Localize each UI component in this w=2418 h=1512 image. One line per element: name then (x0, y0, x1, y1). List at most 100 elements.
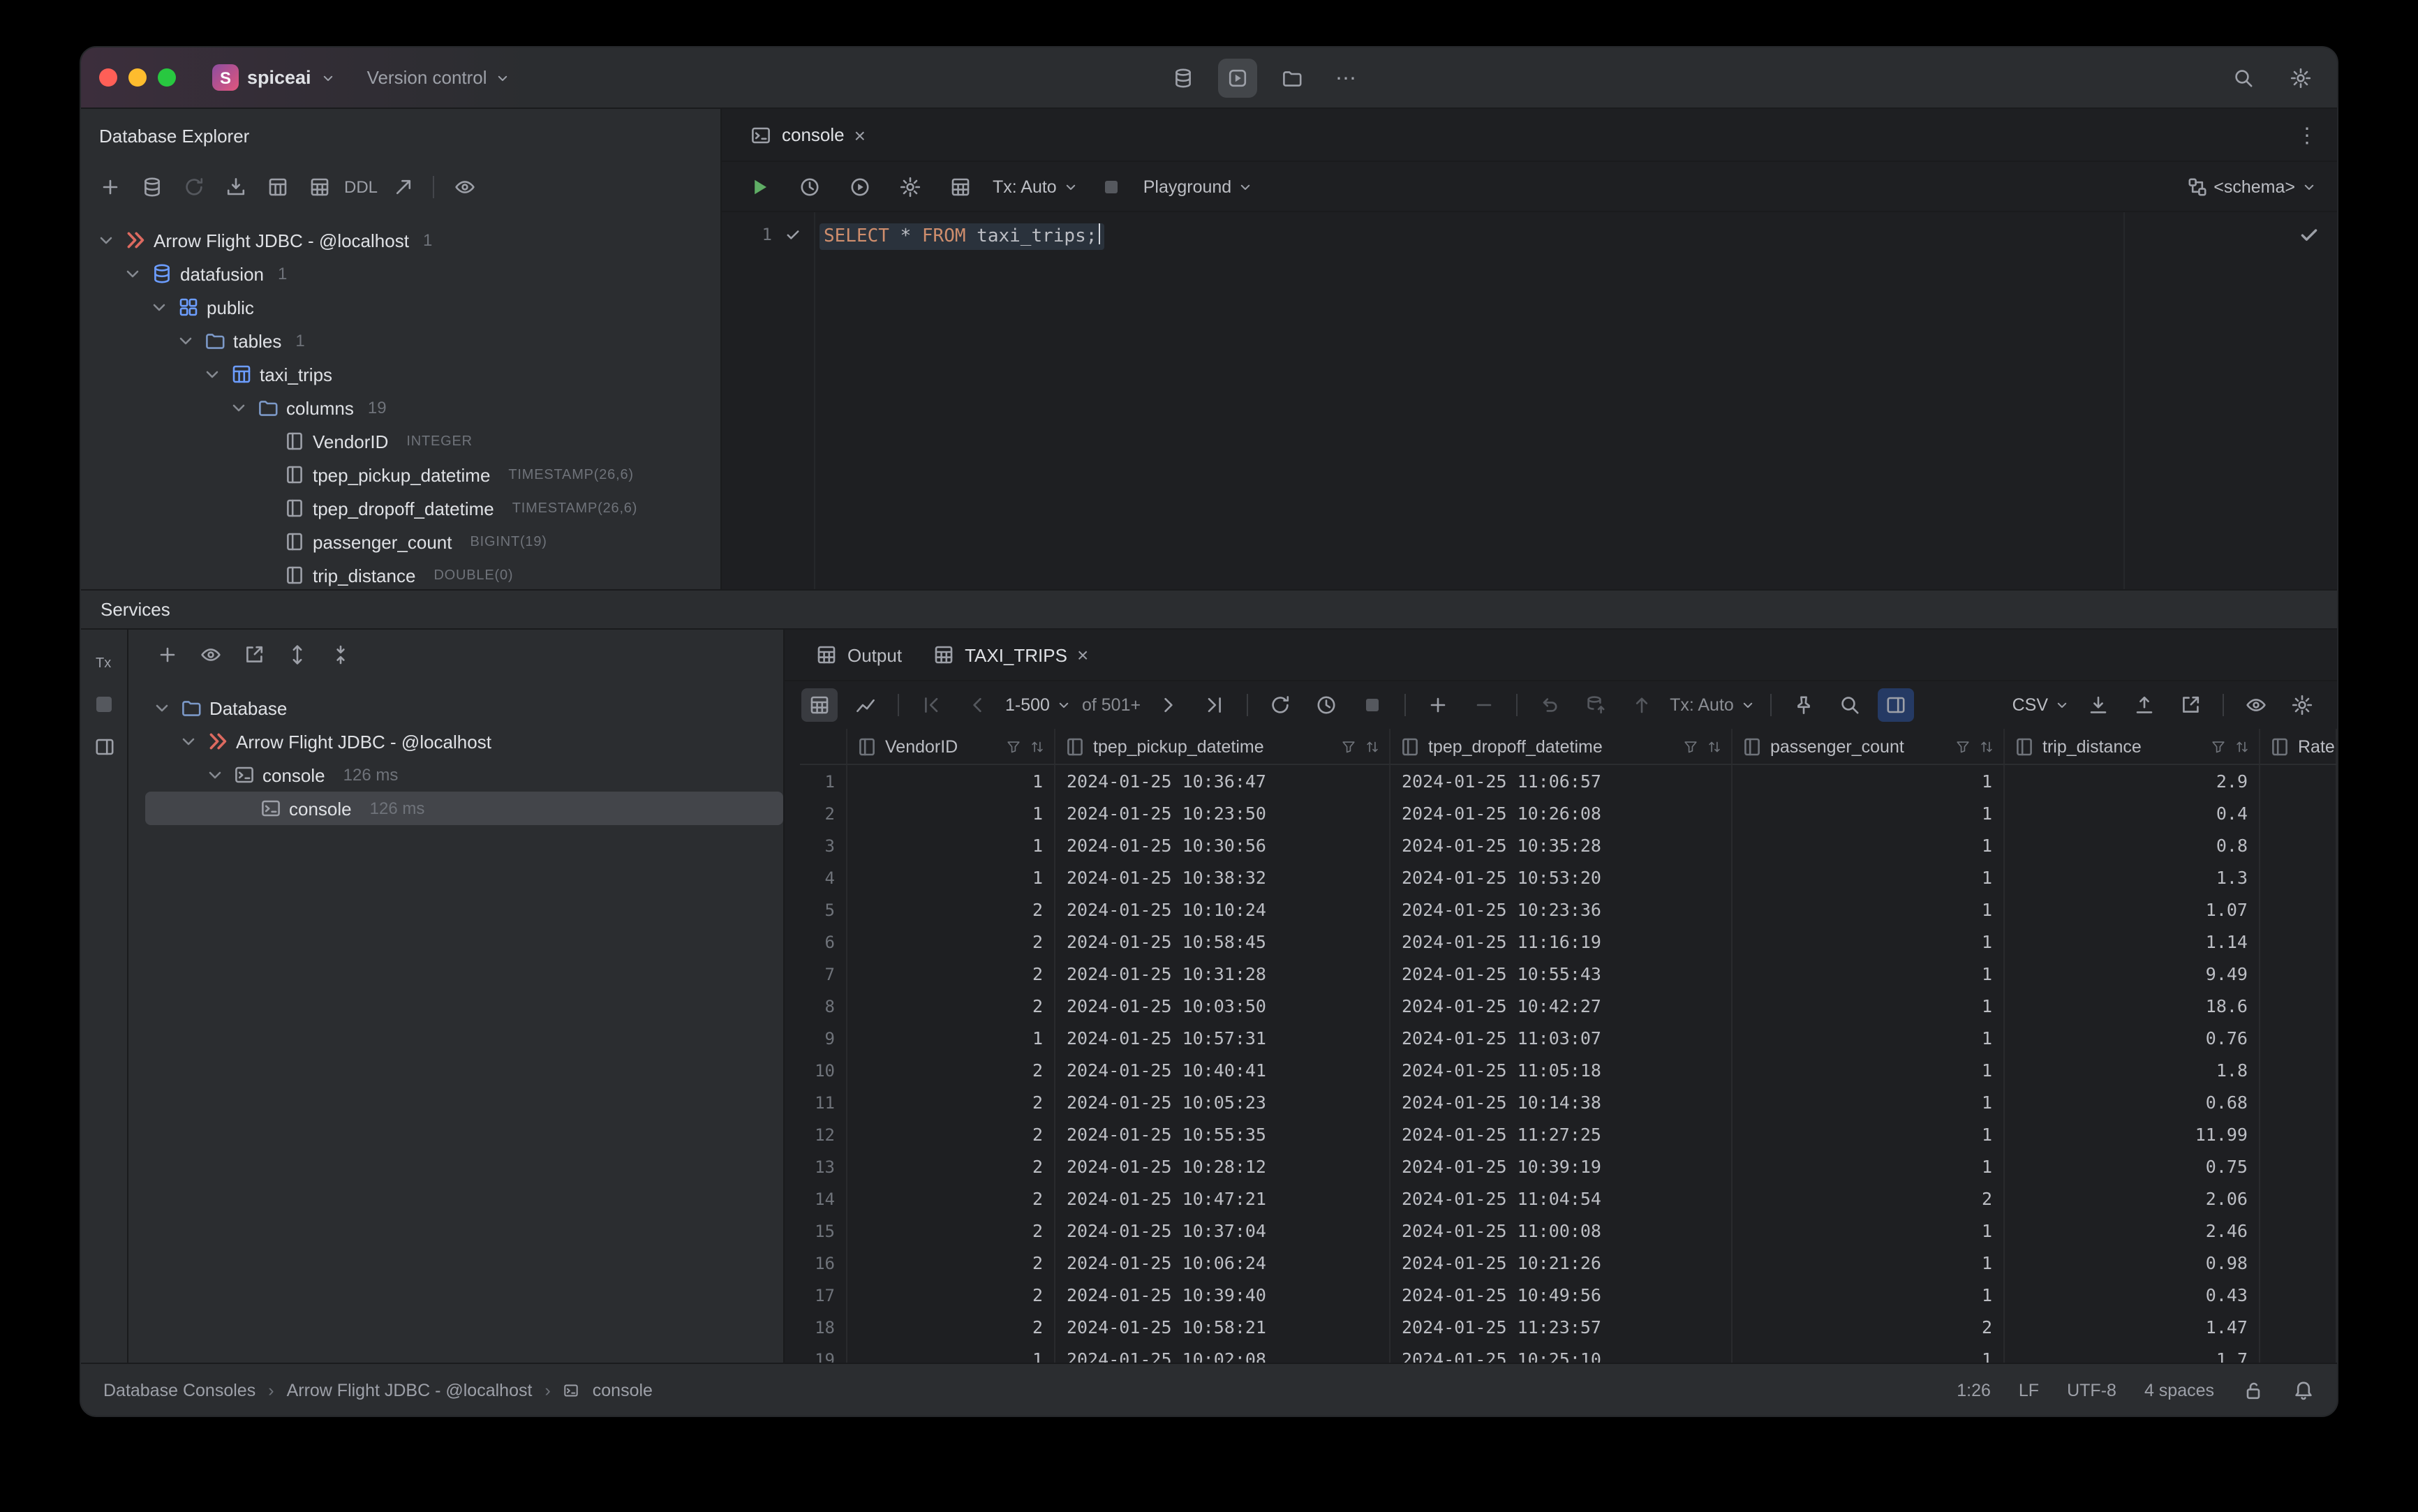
table-cell[interactable]: 18.6 (2005, 990, 2260, 1022)
row-number-cell[interactable]: 7 (800, 958, 847, 990)
view-options-button[interactable] (445, 169, 483, 205)
row-number-cell[interactable]: 13 (800, 1150, 847, 1183)
table-cell[interactable]: 2024-01-25 10:37:04 (1055, 1215, 1390, 1247)
table-cell[interactable]: 2024-01-25 10:05:23 (1055, 1086, 1390, 1118)
row-number-cell[interactable]: 11 (800, 1086, 847, 1118)
table-cell[interactable]: 2 (847, 1054, 1055, 1086)
commit-button[interactable] (1624, 688, 1660, 722)
row-number-cell[interactable]: 16 (800, 1247, 847, 1279)
column-header-rate[interactable]: Rate (2260, 729, 2337, 764)
chevron-down-icon[interactable] (228, 396, 250, 419)
add-row-button[interactable] (1420, 688, 1456, 722)
table-row[interactable]: 7 2 2024-01-25 10:31:28 2024-01-25 10:55:43… (800, 958, 2337, 990)
table-cell[interactable]: 2.9 (2005, 765, 2260, 797)
stop-button[interactable] (1093, 170, 1129, 203)
row-number-cell[interactable]: 4 (800, 861, 847, 894)
table-cell[interactable]: 1 (1733, 861, 2005, 894)
breadcrumb-item-datasource[interactable]: Arrow Flight JDBC - @localhost (287, 1380, 533, 1400)
table-cell[interactable]: 1 (847, 829, 1055, 861)
table-cell[interactable]: 2024-01-25 10:28:12 (1055, 1150, 1390, 1183)
table-cell[interactable]: 1 (1733, 926, 2005, 958)
first-page-button[interactable] (913, 688, 949, 722)
stop-icon[interactable] (96, 697, 112, 712)
table-cell[interactable] (2260, 1343, 2337, 1363)
chevron-down-icon[interactable] (204, 764, 226, 786)
reload-page-button[interactable] (1262, 688, 1298, 722)
table-cell[interactable]: 2 (847, 1118, 1055, 1150)
last-page-button[interactable] (1196, 688, 1233, 722)
table-cell[interactable]: 2024-01-25 11:05:18 (1390, 1054, 1733, 1086)
next-page-button[interactable] (1150, 688, 1187, 722)
table-cell[interactable]: 2024-01-25 10:23:50 (1055, 797, 1390, 829)
results-tab-output[interactable]: Output (801, 630, 916, 680)
table-cell[interactable]: 1 (1733, 894, 2005, 926)
caret-position-widget[interactable]: 1:26 (1957, 1380, 1991, 1400)
pin-tab-button[interactable] (1786, 688, 1822, 722)
row-number-cell[interactable]: 3 (800, 829, 847, 861)
more-actions-button[interactable]: ⋯ (1327, 58, 1366, 97)
table-cell[interactable]: 0.68 (2005, 1086, 2260, 1118)
explorer-tree-item-columns[interactable]: columns 19 (81, 391, 720, 424)
table-cell[interactable]: 2024-01-25 10:57:31 (1055, 1022, 1390, 1054)
services-panel-header[interactable]: Services (81, 589, 2337, 630)
refresh-button[interactable] (175, 169, 212, 205)
column-header-passenger_count[interactable]: passenger_count (1733, 729, 2005, 764)
table-cell[interactable]: 1.8 (2005, 1054, 2260, 1086)
close-tab-icon[interactable]: × (854, 125, 866, 144)
ddl-button[interactable]: DDL (342, 169, 380, 205)
line-separator-widget[interactable]: LF (2019, 1380, 2039, 1400)
table-cell[interactable]: 2 (847, 1311, 1055, 1343)
run-query-button[interactable] (741, 170, 778, 203)
table-row[interactable]: 1 1 2024-01-25 10:36:47 2024-01-25 11:06:57… (800, 765, 2337, 797)
table-row[interactable]: 11 2 2024-01-25 10:05:23 2024-01-25 10:14:3… (800, 1086, 2337, 1118)
table-cell[interactable] (2260, 765, 2337, 797)
row-number-cell[interactable]: 19 (800, 1343, 847, 1363)
table-row[interactable]: 14 2 2024-01-25 10:47:21 2024-01-25 11:04:5… (800, 1183, 2337, 1215)
settings-button[interactable] (2281, 58, 2320, 97)
table-cell[interactable]: 2 (847, 926, 1055, 958)
table-cell[interactable]: 1 (1733, 1215, 2005, 1247)
table-cell[interactable]: 0.8 (2005, 829, 2260, 861)
table-cell[interactable]: 1 (1733, 1279, 2005, 1311)
table-cell[interactable] (2260, 1279, 2337, 1311)
open-each-in-new-tab-button[interactable] (235, 637, 272, 673)
chevron-down-icon[interactable] (201, 363, 223, 385)
chart-view-button[interactable] (847, 688, 884, 722)
table-cell[interactable]: 2024-01-25 10:38:32 (1055, 861, 1390, 894)
table-cell[interactable]: 2024-01-25 11:00:08 (1390, 1215, 1733, 1247)
column-header-tpep_pickup_datetime[interactable]: tpep_pickup_datetime (1055, 729, 1390, 764)
database-tool-button[interactable] (1164, 58, 1203, 97)
playground-selector[interactable]: Playground (1143, 177, 1254, 196)
table-cell[interactable]: 2024-01-25 10:06:24 (1055, 1247, 1390, 1279)
table-cell[interactable]: 2.06 (2005, 1183, 2260, 1215)
table-cell[interactable]: 2024-01-25 11:27:25 (1390, 1118, 1733, 1150)
table-cell[interactable]: 2024-01-25 10:39:19 (1390, 1150, 1733, 1183)
table-cell[interactable]: 9.49 (2005, 958, 2260, 990)
results-tab-taxi_trips[interactable]: TAXI_TRIPS × (919, 630, 1102, 680)
column-header-tpep_dropoff_datetime[interactable]: tpep_dropoff_datetime (1390, 729, 1733, 764)
table-cell[interactable] (2260, 990, 2337, 1022)
table-cell[interactable] (2260, 1150, 2337, 1183)
row-number-header[interactable] (800, 729, 847, 764)
zoom-window-button[interactable] (158, 68, 176, 87)
table-cell[interactable]: 2.46 (2005, 1215, 2260, 1247)
open-in-editor-button[interactable] (2172, 688, 2209, 722)
row-number-cell[interactable]: 6 (800, 926, 847, 958)
table-row[interactable]: 8 2 2024-01-25 10:03:50 2024-01-25 10:42:27… (800, 990, 2337, 1022)
table-row[interactable]: 3 1 2024-01-25 10:30:56 2024-01-25 10:35:28… (800, 829, 2337, 861)
run-with-button[interactable] (842, 170, 878, 203)
table-cell[interactable]: 2024-01-25 11:03:07 (1390, 1022, 1733, 1054)
row-number-cell[interactable]: 5 (800, 894, 847, 926)
vcs-widget[interactable]: Version control (367, 67, 511, 88)
table-cell[interactable]: 0.75 (2005, 1150, 2260, 1183)
table-cell[interactable]: 2 (847, 1247, 1055, 1279)
project-widget[interactable]: S spiceai (204, 60, 345, 95)
table-cell[interactable]: 2024-01-25 10:26:08 (1390, 797, 1733, 829)
data-view-button[interactable] (300, 169, 338, 205)
table-row[interactable]: 18 2 2024-01-25 10:58:21 2024-01-25 11:23:5… (800, 1311, 2337, 1343)
explorer-tree-item-taxi-trips[interactable]: taxi_trips (81, 357, 720, 391)
page-range-selector[interactable]: 1-500 (1005, 695, 1072, 715)
layout-panel-icon[interactable] (93, 736, 115, 758)
table-cell[interactable]: 2024-01-25 10:53:20 (1390, 861, 1733, 894)
table-cell[interactable]: 0.76 (2005, 1022, 2260, 1054)
